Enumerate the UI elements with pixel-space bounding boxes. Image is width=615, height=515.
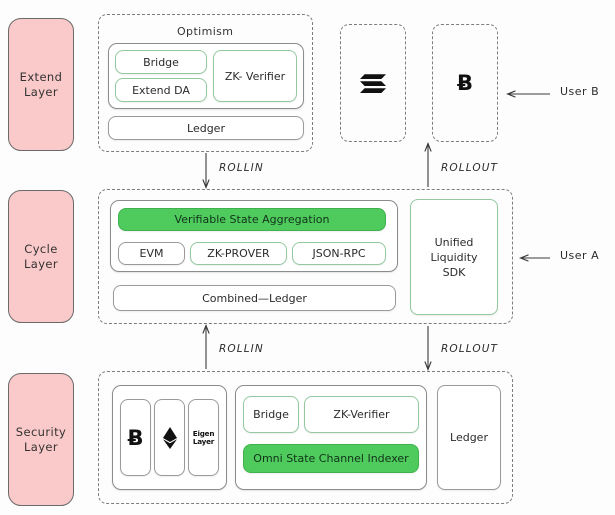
security-bridge-label: Bridge <box>253 408 289 421</box>
layer-tag-cycle[interactable]: Cycle Layer <box>8 190 74 323</box>
layer-tag-security[interactable]: Security Layer <box>8 373 74 506</box>
optimism-extend-da-label: Extend DA <box>132 83 190 97</box>
module-json-rpc-label: JSON-RPC <box>312 247 366 260</box>
module-json-rpc-pill[interactable]: JSON-RPC <box>292 242 386 265</box>
layer-tag-cycle-line1: Cycle <box>24 241 58 256</box>
solana-icon <box>360 74 386 93</box>
optimism-zk-verifier-label: ZK- Verifier <box>224 69 286 83</box>
actor-label-user-a: User A <box>560 249 600 262</box>
combined-ledger-pill[interactable]: Combined—Ledger <box>113 285 396 311</box>
combined-ledger-label: Combined—Ledger <box>202 291 307 305</box>
flow-label-rollout-top: ROLLOUT <box>441 162 499 174</box>
layer-tag-extend-line2: Layer <box>23 84 59 99</box>
layer-tag-cycle-line2: Layer <box>23 256 59 271</box>
asset-cell-bitcoin[interactable]: Ƀ <box>120 399 151 476</box>
security-ledger-pill[interactable]: Ledger <box>437 385 501 490</box>
optimism-title: Optimism <box>177 25 234 38</box>
security-zk-verifier-pill[interactable]: ZK-Verifier <box>304 396 419 433</box>
optimism-extend-da-pill[interactable]: Extend DA <box>115 78 207 102</box>
security-bridge-pill[interactable]: Bridge <box>243 396 299 433</box>
chain-box-bitcoin[interactable]: Ƀ <box>432 24 498 142</box>
asset-cell-ethereum[interactable] <box>154 399 185 476</box>
verifiable-state-aggregation-pill[interactable]: Verifiable State Aggregation <box>118 208 386 231</box>
optimism-zk-verifier-pill[interactable]: ZK- Verifier <box>213 50 297 102</box>
optimism-ledger-pill[interactable]: Ledger <box>108 116 304 140</box>
eigenlayer-icon: Eigen Layer <box>192 429 215 446</box>
module-zk-prover-label: ZK-PROVER <box>207 247 270 260</box>
flow-label-rollin-top: ROLLIN <box>219 162 264 174</box>
ethereum-icon <box>162 426 177 449</box>
sdk-label-line2: Liquidity <box>430 250 478 264</box>
diagram-canvas: Extend Layer Cycle Layer Security Layer … <box>0 0 615 515</box>
sdk-label-line3: SDK <box>442 265 466 279</box>
flow-label-rollin-bottom: ROLLIN <box>219 343 264 355</box>
omni-state-channel-indexer-label: Omni State Channel Indexer <box>253 452 409 465</box>
bitcoin-icon: Ƀ <box>127 425 144 450</box>
optimism-bridge-label: Bridge <box>143 55 179 69</box>
module-evm-label: EVM <box>139 247 164 260</box>
layer-tag-extend[interactable]: Extend Layer <box>8 18 74 151</box>
sdk-label-line1: Unified <box>434 235 474 249</box>
eigenlayer-line2: Layer <box>192 436 215 446</box>
chain-box-solana[interactable] <box>340 24 406 142</box>
layer-tag-security-line1: Security <box>15 424 67 439</box>
optimism-ledger-label: Ledger <box>187 121 225 135</box>
bitcoin-icon: Ƀ <box>456 71 473 95</box>
optimism-bridge-pill[interactable]: Bridge <box>115 50 207 74</box>
security-zk-verifier-label: ZK-Verifier <box>333 408 390 421</box>
asset-cell-eigenlayer[interactable]: Eigen Layer <box>188 399 219 476</box>
module-zk-prover-pill[interactable]: ZK-PROVER <box>190 242 287 265</box>
unified-liquidity-sdk-card[interactable]: Unified Liquidity SDK <box>410 199 498 315</box>
verifiable-state-aggregation-label: Verifiable State Aggregation <box>174 213 330 226</box>
actor-label-user-b: User B <box>560 85 600 98</box>
flow-label-rollout-bottom: ROLLOUT <box>441 343 499 355</box>
layer-tag-security-line2: Layer <box>23 439 59 454</box>
layer-tag-extend-line1: Extend <box>19 69 63 84</box>
omni-state-channel-indexer-pill[interactable]: Omni State Channel Indexer <box>243 444 419 473</box>
module-evm-pill[interactable]: EVM <box>118 242 185 265</box>
security-ledger-label: Ledger <box>450 431 488 444</box>
